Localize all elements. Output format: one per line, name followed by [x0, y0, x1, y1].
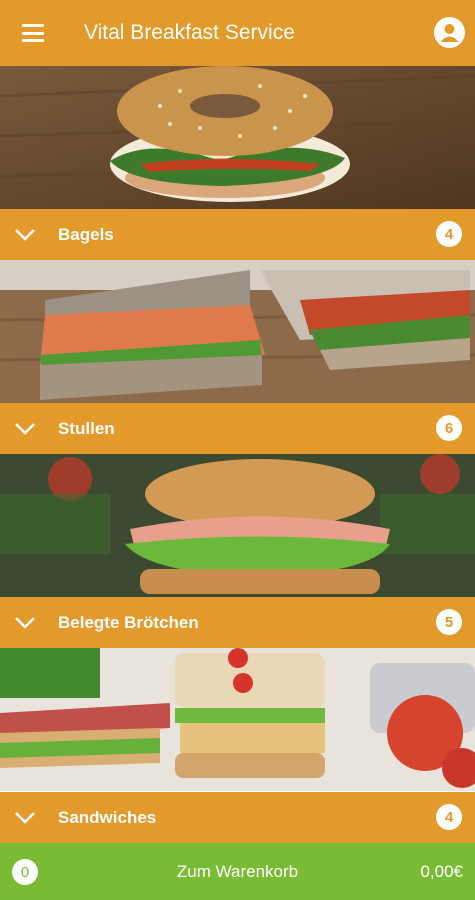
category-row-sandwiches[interactable]: Sandwiches 4 — [0, 792, 475, 843]
app-title: Vital Breakfast Service — [84, 21, 295, 44]
cart-label: Zum Warenkorb — [176, 862, 299, 881]
category-name: Belegte Brötchen — [58, 613, 199, 632]
cart-total: 0,00€ — [420, 862, 463, 881]
user-profile-icon[interactable] — [434, 17, 465, 48]
filled-roll-photo[interactable] — [0, 454, 475, 597]
category-row-bagels[interactable]: Bagels 4 — [0, 209, 475, 260]
club-sandwich-photo[interactable] — [0, 648, 475, 791]
chevron-down-icon — [15, 423, 35, 435]
category-name: Sandwiches — [58, 808, 157, 827]
chevron-down-icon — [15, 812, 35, 824]
hamburger-menu-icon[interactable] — [22, 24, 44, 42]
category-count-badge: 6 — [436, 415, 462, 441]
category-row-stullen[interactable]: Stullen 6 — [0, 403, 475, 454]
category-row-belegte-broetchen[interactable]: Belegte Brötchen 5 — [0, 597, 475, 648]
category-count-badge: 4 — [436, 221, 462, 247]
bagel-sandwich-photo[interactable] — [0, 66, 475, 209]
category-count-badge: 5 — [436, 609, 462, 635]
category-name: Bagels — [58, 225, 114, 244]
chevron-down-icon — [15, 617, 35, 629]
chevron-down-icon — [15, 229, 35, 241]
category-count-badge: 4 — [436, 804, 462, 830]
app-bar: Vital Breakfast Service — [0, 0, 475, 66]
cart-button[interactable]: 0 Zum Warenkorb 0,00€ — [0, 843, 475, 900]
category-name: Stullen — [58, 419, 115, 438]
bread-sandwich-photo[interactable] — [0, 260, 475, 403]
